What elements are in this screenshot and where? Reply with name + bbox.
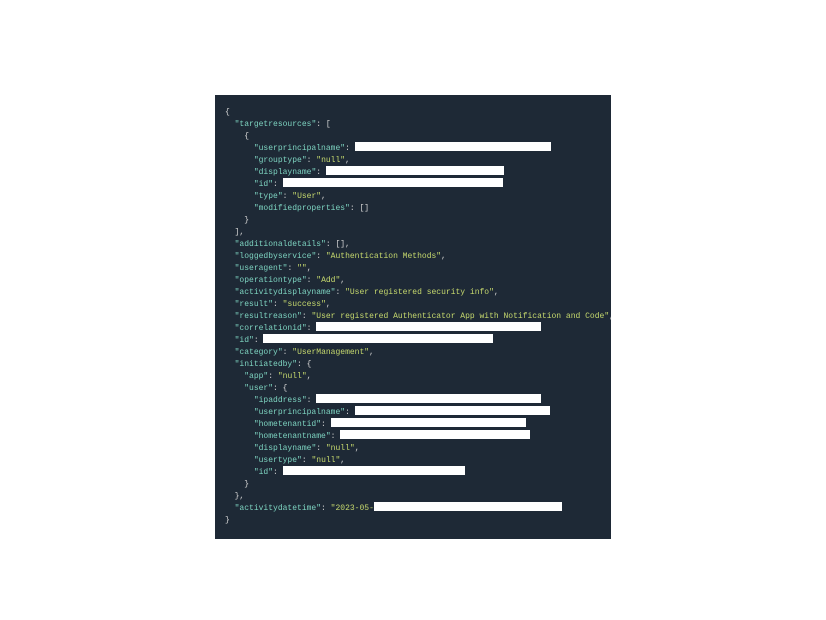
code-line: "hometenantname": [225, 431, 601, 443]
code-line: "userprincipalname": [225, 143, 601, 155]
code-line: { [225, 131, 601, 143]
code-line: "activitydatetime": "2023-05- [225, 503, 601, 515]
code-line: } [225, 515, 601, 527]
code-line: ], [225, 227, 601, 239]
code-line: "user": { [225, 383, 601, 395]
code-line: "loggedbyservice": "Authentication Metho… [225, 251, 601, 263]
code-line: "displayname": [225, 167, 601, 179]
redacted-value [355, 142, 551, 151]
code-line: } [225, 215, 601, 227]
code-line: "additionaldetails": [], [225, 239, 601, 251]
code-line: "initiatedby": { [225, 359, 601, 371]
code-line: "modifiedproperties": [] [225, 203, 601, 215]
code-line: "resultreason": "User registered Authent… [225, 311, 601, 323]
code-line: "ipaddress": [225, 395, 601, 407]
redacted-value [340, 430, 530, 439]
code-line: "operationtype": "Add", [225, 275, 601, 287]
redacted-value [374, 502, 562, 511]
code-line: "result": "success", [225, 299, 601, 311]
redacted-value [316, 322, 541, 331]
redacted-value [283, 466, 465, 475]
redacted-value [263, 334, 493, 343]
code-line: "displayname": "null", [225, 443, 601, 455]
code-line: "id": [225, 467, 601, 479]
code-line: "app": "null", [225, 371, 601, 383]
code-line: "category": "UserManagement", [225, 347, 601, 359]
json-code-block: { "targetresources": [ { "userprincipaln… [215, 95, 611, 539]
code-line: "useragent": "", [225, 263, 601, 275]
code-line: "id": [225, 179, 601, 191]
code-line: "usertype": "null", [225, 455, 601, 467]
redacted-value [326, 166, 504, 175]
redacted-value [316, 394, 541, 403]
code-line: "grouptype": "null", [225, 155, 601, 167]
code-line: "hometenantid": [225, 419, 601, 431]
code-line: { [225, 107, 601, 119]
code-line: "type": "User", [225, 191, 601, 203]
code-line: "activitydisplayname": "User registered … [225, 287, 601, 299]
code-line: "targetresources": [ [225, 119, 601, 131]
code-line: }, [225, 491, 601, 503]
code-line: "userprincipalname": [225, 407, 601, 419]
redacted-value [283, 178, 503, 187]
code-line: "id": [225, 335, 601, 347]
redacted-value [355, 406, 550, 415]
redacted-value [331, 418, 526, 427]
code-line: } [225, 479, 601, 491]
code-line: "correlationid": [225, 323, 601, 335]
